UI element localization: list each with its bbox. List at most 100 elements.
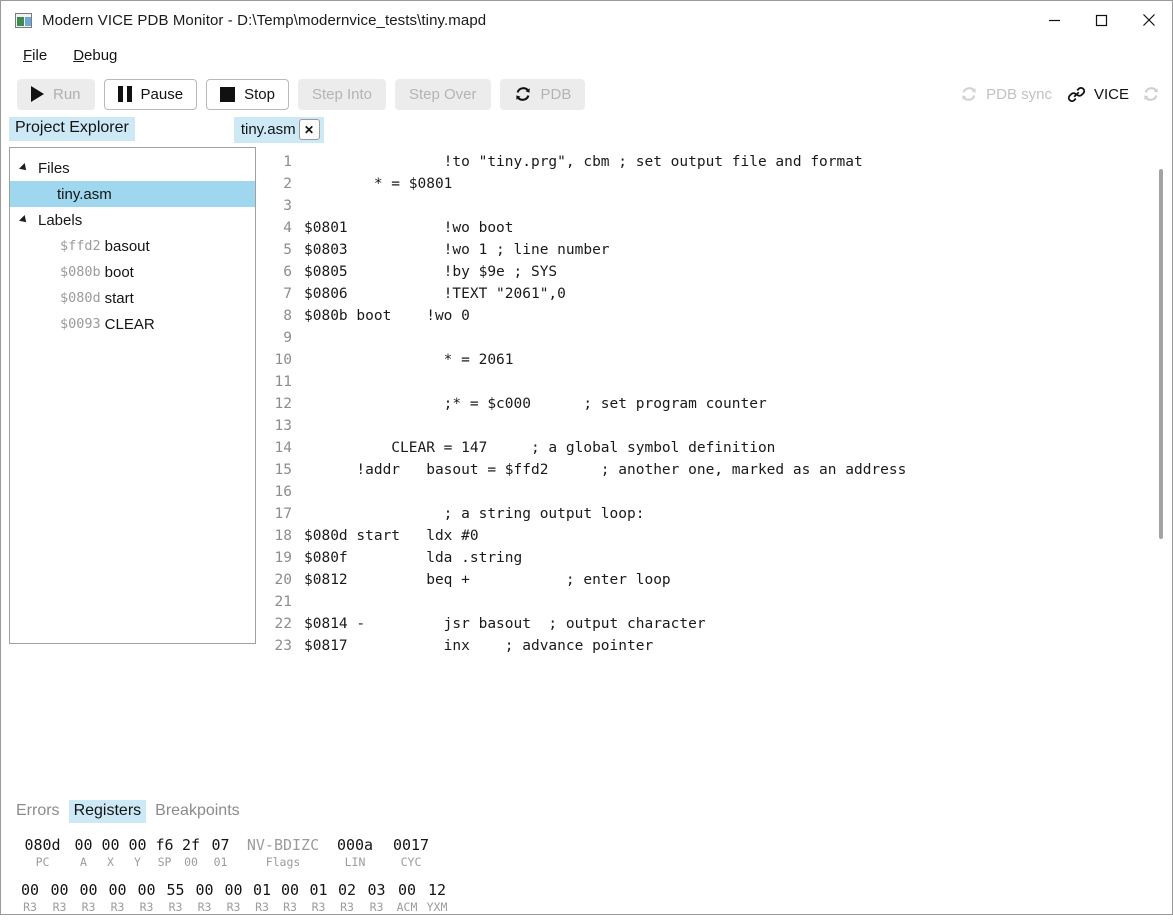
menu-file[interactable]: File	[21, 45, 49, 66]
register-label: R3	[311, 900, 326, 914]
line-text: $080f lda .string	[304, 550, 523, 566]
line-text: $0803 !wo 1 ; line number	[304, 242, 610, 258]
register-value: 01	[309, 881, 328, 899]
register-x: 00 X	[97, 836, 124, 870]
stop-button-label: Stop	[244, 85, 275, 103]
refresh-icon	[960, 85, 978, 103]
toolbar-refresh-button[interactable]	[1142, 85, 1160, 103]
window-icon	[15, 12, 32, 28]
tab-errors[interactable]: Errors	[11, 800, 65, 823]
vice-status[interactable]: VICE	[1067, 85, 1129, 104]
register-pc: 080d PC	[15, 836, 70, 870]
register-y: 00 Y	[124, 836, 151, 870]
code-line: 3	[256, 195, 1172, 217]
register-label: X	[107, 855, 114, 869]
step-into-button-label: Step Into	[311, 85, 372, 103]
line-number: 15	[274, 462, 292, 478]
editor-tabs: tiny.asm ✕	[233, 117, 324, 143]
register-value: 00	[128, 836, 147, 854]
register-value: 080d	[24, 836, 61, 854]
run-button[interactable]: Run	[17, 78, 95, 110]
register-r3: 00 R3	[103, 881, 132, 915]
line-number: 4	[283, 220, 292, 236]
menu-debug-label: ebug	[84, 46, 118, 64]
line-text: $0814 - jsr basout ; output character	[304, 616, 706, 632]
play-icon	[31, 86, 44, 102]
register-label: SP	[157, 855, 172, 869]
line-number: 12	[274, 396, 292, 412]
tab-breakpoints[interactable]: Breakpoints	[150, 800, 245, 823]
register-01: 07 01	[204, 837, 237, 870]
pdb-sync-status[interactable]: PDB sync	[960, 85, 1052, 103]
tree-item-clear[interactable]: $0093 CLEAR	[10, 311, 255, 337]
pdb-button[interactable]: PDB	[499, 78, 586, 110]
register-value: 000a	[336, 836, 374, 854]
register-yxm: 12 YXM	[422, 882, 452, 915]
line-number: 8	[283, 308, 292, 324]
register-label: R3	[23, 900, 37, 914]
register-value: 00	[108, 881, 127, 899]
menu-debug[interactable]: Debug	[71, 45, 119, 66]
register-value: 00	[137, 881, 156, 899]
tree-group-labels[interactable]: Labels	[10, 207, 255, 233]
line-number: 11	[274, 374, 292, 390]
register-value: 00	[20, 881, 40, 899]
tree-item-start[interactable]: $080d start	[10, 285, 255, 311]
register-value: 00	[280, 881, 300, 899]
code-line: 23 $0817 inx ; advance pointer	[256, 635, 1172, 653]
line-number: 20	[274, 572, 292, 588]
pause-button[interactable]: Pause	[103, 78, 198, 110]
pdb-button-label: PDB	[540, 85, 572, 103]
tab-tiny-asm[interactable]: tiny.asm ✕	[233, 117, 324, 143]
maximize-icon[interactable]	[1078, 1, 1125, 39]
tree-item-boot-addr: $080b	[60, 264, 101, 280]
code-line: 12 ;* = $c000 ; set program counter	[256, 393, 1172, 415]
code-line: 22 $0814 - jsr basout ; output character	[256, 613, 1172, 635]
register-r3: 01 R3	[248, 882, 276, 915]
code-line: 16	[256, 481, 1172, 503]
register-r3: 00 R3	[219, 882, 248, 915]
code-line: 8 $080b boot !wo 0	[256, 305, 1172, 327]
tree-item-boot-label: boot	[104, 263, 134, 281]
register-value: 00	[101, 836, 120, 854]
close-icon[interactable]: ✕	[298, 119, 320, 140]
tree-item-tiny-asm[interactable]: tiny.asm	[10, 181, 255, 207]
code-line: 20 $0812 beq + ; enter loop	[256, 569, 1172, 591]
tree-item-boot[interactable]: $080b boot	[10, 259, 255, 285]
registers-view: 080d PC 00 A 00 X 00 Yf6 SP 2f 00 07 01 NV-BDIZC Flags…	[11, 825, 1172, 915]
line-number: 23	[274, 638, 292, 653]
editor-scrollbar-thumb[interactable]	[1159, 169, 1163, 539]
register-a: 00 A	[70, 837, 97, 870]
line-text: $0812 beq + ; enter loop	[304, 572, 671, 588]
code-editor[interactable]: 1 !to "tiny.prg", cbm ; set output file …	[256, 147, 1172, 653]
editor-scrollbar[interactable]	[1156, 147, 1167, 653]
line-text: $0817 inx ; advance pointer	[304, 638, 654, 653]
register-label: LIN	[344, 855, 366, 869]
register-value: 00	[79, 881, 98, 899]
tab-registers[interactable]: Registers	[68, 799, 147, 823]
register-acm: 00 ACM	[392, 881, 422, 915]
register-r3: 02 R3	[333, 882, 361, 915]
line-text: $0801 !wo boot	[304, 220, 514, 236]
tree-group-files[interactable]: Files	[10, 155, 255, 181]
minimize-icon[interactable]	[1031, 1, 1078, 39]
step-into-button[interactable]: Step Into	[297, 78, 386, 110]
step-over-button[interactable]: Step Over	[394, 78, 491, 110]
tree-item-basout-addr: $ffd2	[60, 238, 101, 254]
code-lines: 1 !to "tiny.prg", cbm ; set output file …	[256, 147, 1172, 653]
tree-item-basout[interactable]: $ffd2 basout	[10, 233, 255, 259]
pause-button-label: Pause	[140, 85, 184, 103]
register-label: R3	[369, 900, 384, 914]
register-r3: 00 R3	[190, 882, 219, 915]
tab-tiny-asm-label: tiny.asm	[240, 121, 296, 138]
register-label: ACM	[396, 900, 418, 914]
register-r3: 55 R3	[161, 882, 190, 915]
tree-item-clear-addr: $0093	[60, 316, 101, 332]
line-number: 2	[283, 176, 292, 192]
close-icon[interactable]	[1125, 1, 1172, 39]
chevron-down-icon	[19, 163, 29, 173]
register-label: R3	[226, 900, 241, 914]
register-value: 00	[397, 881, 417, 899]
stop-button[interactable]: Stop	[206, 78, 289, 110]
register-label: R3	[139, 900, 154, 914]
